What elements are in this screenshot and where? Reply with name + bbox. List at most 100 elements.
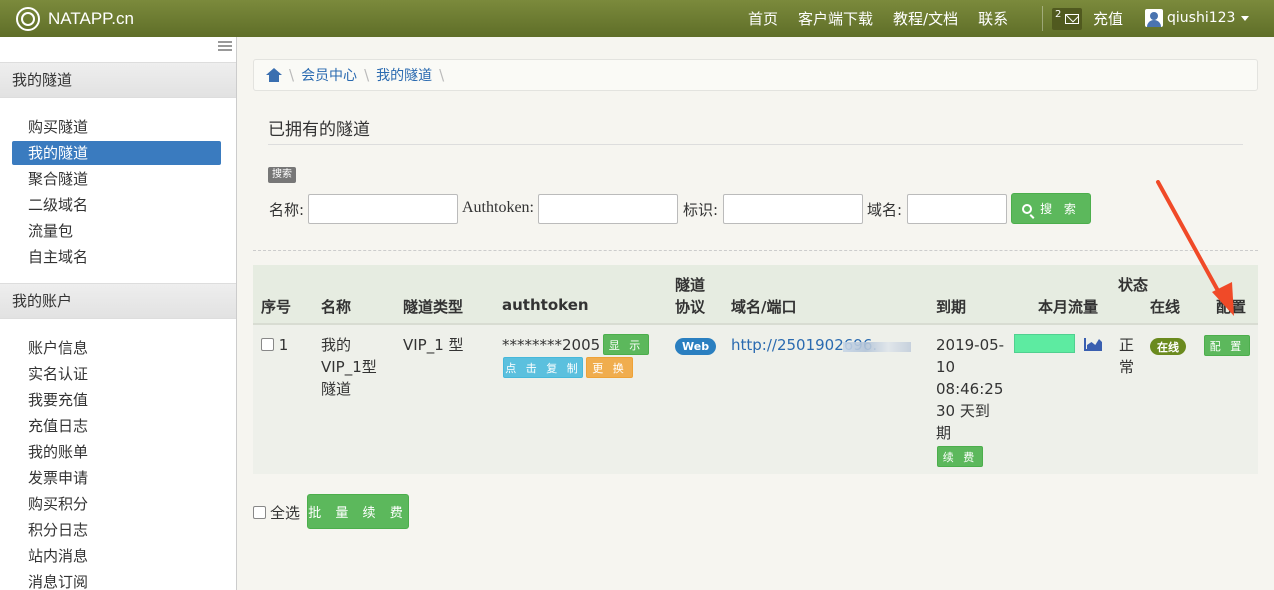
breadcrumb-separator: \ [439, 66, 445, 84]
chevron-down-icon [1241, 15, 1250, 21]
sidebar-item-my-tunnels[interactable]: 我的隧道 [12, 141, 221, 165]
breadcrumb-member-center[interactable]: 会员中心 [301, 65, 357, 85]
col-expiry: 到期 [936, 298, 967, 316]
search-button-label: 搜 索 [1040, 202, 1080, 216]
select-all-label[interactable]: 全选 [270, 502, 300, 523]
name-filter-input[interactable] [308, 194, 458, 224]
username: qiushi123 [1167, 10, 1236, 26]
sidebar-tunnel-list: 购买隧道 我的隧道 聚合隧道 二级域名 流量包 自主域名 [12, 114, 221, 270]
natapp-logo-icon [16, 6, 40, 31]
name-filter-label: 名称: [269, 201, 305, 219]
sidebar-item-bills[interactable]: 我的账单 [12, 439, 221, 465]
tunnel-table: 序号 名称 隧道类型 authtoken 隧道 协议 域名/端口 到期 本月流量… [253, 265, 1258, 474]
recharge-link[interactable]: 2 充值 [1052, 5, 1123, 32]
status-line2: 常 [1119, 358, 1135, 376]
search-button[interactable]: 搜 索 [1011, 193, 1091, 224]
col-status: 状态 [1118, 276, 1149, 294]
online-badge: 在线 [1150, 338, 1186, 355]
nav-client-download[interactable]: 客户端下载 [798, 8, 873, 29]
col-domain: 域名/端口 [731, 298, 797, 316]
sidebar-item-invoice[interactable]: 发票申请 [12, 465, 221, 491]
col-name: 名称 [321, 298, 352, 316]
sidebar-section-account: 我的账户 [0, 283, 236, 319]
domain-filter-input[interactable] [907, 194, 1007, 224]
traffic-chart-icon[interactable] [1084, 338, 1102, 351]
col-type: 隧道类型 [403, 298, 464, 316]
nav-home[interactable]: 首页 [748, 8, 778, 29]
col-index: 序号 [261, 298, 292, 316]
row-name-line2: VIP_1型 [321, 358, 377, 376]
authtoken-filter-input[interactable] [538, 194, 678, 224]
select-all-checkbox[interactable] [253, 505, 266, 519]
expiry-line2: 10 [936, 358, 956, 376]
brand-logo[interactable]: NATAPP.cn [16, 6, 134, 31]
row-name-line1: 我的 [321, 336, 352, 354]
sidebar-item-traffic-pack[interactable]: 流量包 [12, 218, 221, 244]
row-index: 1 [278, 336, 289, 354]
traffic-usage-bar [1014, 334, 1075, 353]
search-tag-label: 搜索 [268, 167, 296, 183]
top-navbar: NATAPP.cn 首页 客户端下载 教程/文档 联系 2 充值 qiushi1… [0, 0, 1274, 37]
dashed-divider [253, 250, 1258, 251]
sidebar-item-aggregate-tunnel[interactable]: 聚合隧道 [12, 166, 221, 192]
col-authtoken: authtoken [502, 296, 589, 314]
expiry-line1: 2019-05- [936, 336, 1005, 354]
tag-filter-label: 标识: [683, 201, 719, 219]
col-traffic: 本月流量 [1038, 298, 1099, 316]
sidebar-item-buy-points[interactable]: 购买积分 [12, 491, 221, 517]
row-authtoken: ********2005 [502, 336, 601, 354]
table-row: 1 我的 VIP_1型 隧道 VIP_1 型 ********2005 显 示 … [253, 325, 1258, 474]
row-index-cell: 1 [261, 334, 288, 356]
sidebar-item-recharge[interactable]: 我要充值 [12, 387, 221, 413]
sidebar-collapse-icon[interactable] [218, 41, 232, 51]
expiry-line4: 30 天到 [936, 402, 990, 420]
change-token-button[interactable]: 更 换 [586, 357, 633, 378]
nav-docs[interactable]: 教程/文档 [893, 8, 958, 29]
sidebar-item-verification[interactable]: 实名认证 [12, 361, 221, 387]
envelope-icon [1065, 13, 1079, 24]
sidebar-item-subscriptions[interactable]: 消息订阅 [12, 569, 221, 590]
row-checkbox[interactable] [261, 338, 274, 351]
title-divider [268, 144, 1243, 145]
sidebar-item-messages[interactable]: 站内消息 [12, 543, 221, 569]
table-header: 序号 名称 隧道类型 authtoken 隧道 协议 域名/端口 到期 本月流量… [253, 265, 1258, 325]
row-type: VIP_1 型 [403, 336, 464, 354]
home-icon[interactable] [266, 68, 282, 82]
batch-renew-button[interactable]: 批 量 续 费 [307, 494, 409, 529]
page-title: 已拥有的隧道 [268, 120, 370, 140]
breadcrumb-separator: \ [364, 66, 370, 84]
sidebar: 我的隧道 购买隧道 我的隧道 聚合隧道 二级域名 流量包 自主域名 我的账户 账… [0, 37, 237, 590]
col-config: 配置 [1216, 298, 1247, 316]
authtoken-filter-label: Authtoken: [462, 199, 534, 216]
brand-name: NATAPP.cn [48, 8, 134, 28]
nav-divider [1042, 6, 1043, 31]
breadcrumb-my-tunnels[interactable]: 我的隧道 [376, 65, 432, 85]
sidebar-item-custom-domain[interactable]: 自主域名 [12, 244, 221, 270]
mail-count-badge: 2 [1055, 8, 1062, 20]
copy-token-button[interactable]: 点 击 复 制 [503, 357, 583, 378]
breadcrumb-separator: \ [289, 66, 295, 84]
top-nav-links: 首页 客户端下载 教程/文档 联系 [748, 0, 1008, 37]
recharge-label[interactable]: 充值 [1093, 8, 1123, 29]
row-name-line3: 隧道 [321, 380, 352, 398]
sidebar-item-subdomain[interactable]: 二级域名 [12, 192, 221, 218]
nav-contact[interactable]: 联系 [978, 8, 1008, 29]
renew-button[interactable]: 续 费 [937, 446, 983, 467]
expiry-line5: 期 [936, 424, 952, 442]
mail-icon[interactable]: 2 [1052, 7, 1082, 30]
sidebar-item-points-log[interactable]: 积分日志 [12, 517, 221, 543]
sidebar-item-recharge-log[interactable]: 充值日志 [12, 413, 221, 439]
col-protocol-line2: 协议 [675, 298, 706, 316]
sidebar-item-buy-tunnel[interactable]: 购买隧道 [12, 114, 221, 140]
config-button[interactable]: 配 置 [1204, 335, 1250, 356]
user-icon [1145, 9, 1163, 27]
search-icon [1022, 203, 1033, 214]
sidebar-item-account-info[interactable]: 账户信息 [12, 335, 221, 361]
domain-filter-label: 域名: [867, 201, 903, 219]
show-token-button[interactable]: 显 示 [603, 334, 649, 355]
status-line1: 正 [1119, 336, 1135, 354]
tag-filter-input[interactable] [723, 194, 863, 224]
col-protocol-line1: 隧道 [675, 276, 706, 294]
bulk-actions: 全选 [253, 494, 300, 530]
user-menu[interactable]: qiushi123 [1145, 6, 1250, 30]
